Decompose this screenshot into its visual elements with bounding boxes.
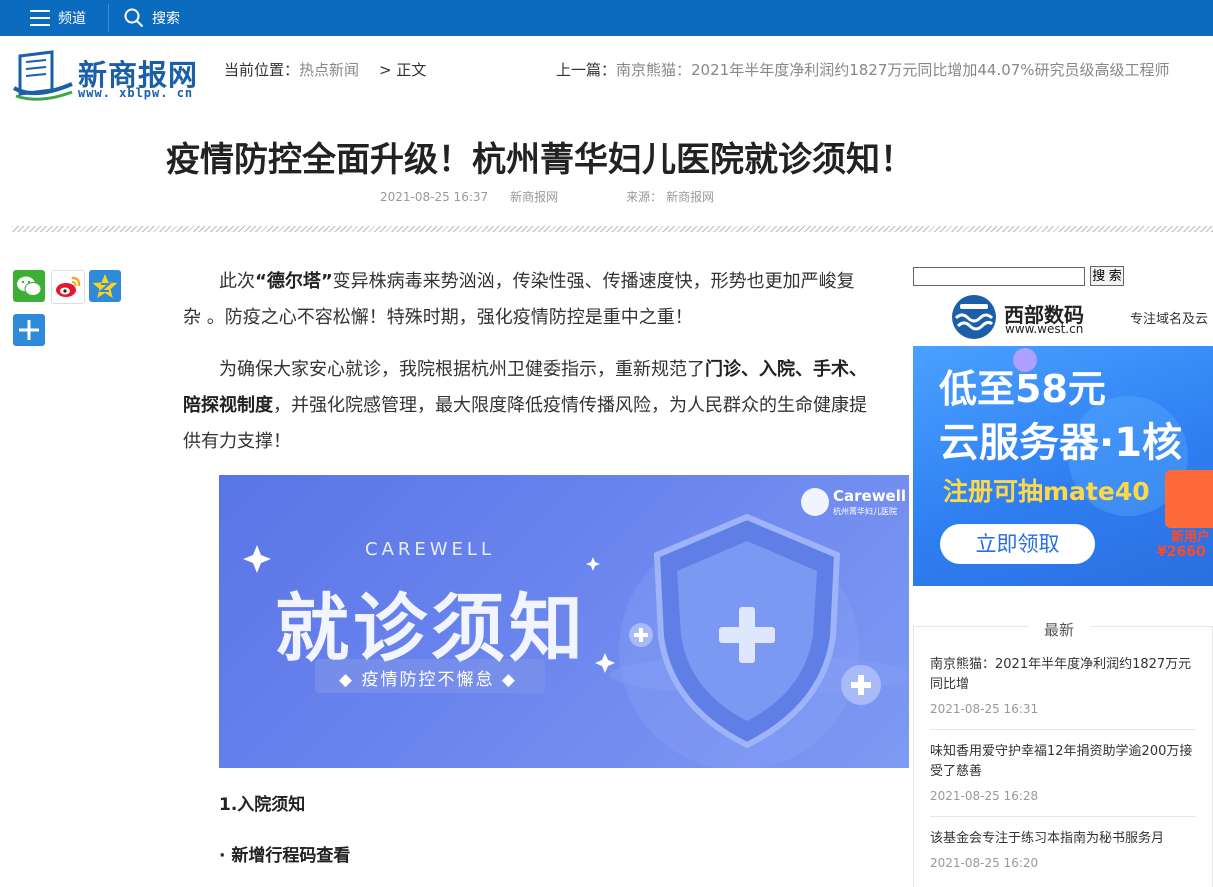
- latest-news-item[interactable]: 味知香用爱守护幸福12年捐资助学逾200万接受了慈善 2021-08-25 16…: [930, 742, 1198, 804]
- ad-claim-button[interactable]: 立即领取: [940, 524, 1095, 564]
- more-share-button[interactable]: [13, 314, 45, 346]
- p1-bold: “德尔塔”: [255, 271, 333, 292]
- sidebar-search-input[interactable]: [913, 267, 1085, 286]
- article-title: 疫情防控全面升级！杭州菁华妇儿医院就诊须知！: [166, 140, 914, 180]
- title-divider: [12, 226, 1213, 232]
- west-brand-url: www.west.cn: [1005, 322, 1084, 336]
- weibo-share-button[interactable]: [51, 270, 85, 304]
- banner-brand-sub: 杭州菁华妇儿医院: [833, 507, 897, 516]
- p1-text-a: 此次: [219, 271, 255, 292]
- news-divider: [930, 816, 1196, 817]
- banner-eyebrow: CAREWELL: [365, 539, 495, 560]
- sidebar-search-button[interactable]: 搜 索: [1090, 266, 1124, 286]
- latest-news-heading: 最新: [1028, 619, 1091, 640]
- news-divider: [930, 729, 1196, 730]
- news-title[interactable]: 该基金会专注于练习本指南为秘书服务月: [930, 831, 1164, 846]
- article-banner-image: Carewell 杭州菁华妇儿医院 CAREWELL 就诊须知 ◆ 疫情防控不懈…: [219, 475, 909, 768]
- ad-headline-2: 云服务器·1核: [939, 420, 1183, 466]
- breadcrumb-current: > 正文: [379, 61, 427, 79]
- news-title[interactable]: 味知香用爱守护幸福12年捐资助学逾200万接受了慈善: [930, 744, 1192, 779]
- breadcrumb-section-link[interactable]: 热点新闻: [299, 61, 359, 79]
- p2-text-c: ，并强化院感管理，最大限度降低疫情传播风险，为人民群众的生命健康提供有力支撑！: [183, 395, 867, 452]
- top-bar: 频道 搜索: [0, 0, 1213, 36]
- p2-text-a: 为确保大家安心就诊，我院根据杭州卫健委指示，重新规范了: [219, 359, 705, 380]
- cloud-server-ad[interactable]: 低至58元 云服务器·1核 注册可抽mate40 立即领取 新用户 ¥2660: [913, 346, 1213, 586]
- banner-brand: Carewell: [833, 487, 907, 505]
- source-label: 来源：: [626, 190, 663, 204]
- newspaper-logo-icon: [12, 50, 73, 101]
- news-time: 2021-08-25 16:20: [930, 856, 1039, 870]
- ad-badge: 新用户: [1171, 530, 1211, 545]
- qzone-icon: [92, 274, 118, 298]
- latest-news-panel: 最新 南京熊猫：2021年半年度净利润约1827万元同比增 2021-08-25…: [913, 619, 1213, 887]
- channel-menu-button[interactable]: 频道: [30, 0, 86, 36]
- news-time: 2021-08-25 16:31: [930, 702, 1039, 716]
- menu-icon: [30, 10, 50, 26]
- qzone-share-button[interactable]: [89, 270, 121, 302]
- article-publisher: 新商报网: [510, 190, 559, 204]
- article-paragraph-1: 此次“德尔塔”变异株病毒来势汹汹，传染性强、传播速度快，形势也更加严峻复杂 。防…: [183, 264, 869, 336]
- ad-headline-3: 注册可抽mate40: [943, 477, 1150, 506]
- breadcrumb: 当前位置：热点新闻 > 正文: [224, 59, 426, 80]
- west-slogan: 专注域名及云: [1130, 312, 1209, 327]
- site-logo[interactable]: 新商报网 www. xblpw. cn: [12, 50, 208, 102]
- topbar-divider: [108, 4, 109, 32]
- news-title[interactable]: 南京熊猫：2021年半年度净利润约1827万元同比增: [930, 657, 1191, 692]
- gift-box-icon: [1165, 470, 1213, 528]
- news-time: 2021-08-25 16:28: [930, 789, 1039, 803]
- search-button[interactable]: 搜索: [124, 0, 180, 36]
- previous-article-link[interactable]: 南京熊猫：2021年半年度净利润约1827万元同比增加44.07%研究员级高级工…: [616, 61, 1170, 79]
- west-logo-icon: [952, 295, 996, 339]
- latest-news-item[interactable]: 该基金会专注于练习本指南为秘书服务月 2021-08-25 16:20: [930, 829, 1198, 871]
- section-subheading: · 新增行程码查看: [219, 846, 351, 866]
- breadcrumb-label: 当前位置：: [224, 61, 300, 79]
- article-meta: 2021-08-25 16:37 新商报网 来源： 新商报网: [380, 188, 736, 205]
- search-icon: [124, 8, 144, 28]
- banner-headline: 就诊须知: [275, 586, 587, 672]
- article-source: 新商报网: [666, 190, 715, 204]
- weibo-icon: [56, 276, 81, 297]
- latest-news-item[interactable]: 南京熊猫：2021年半年度净利润约1827万元同比增 2021-08-25 16…: [930, 655, 1198, 717]
- article-paragraph-2: 为确保大家安心就诊，我院根据杭州卫健委指示，重新规范了门诊、入院、手术、陪探视制…: [183, 352, 869, 460]
- plus-icon: [19, 320, 39, 340]
- banner-tagline: ◆ 疫情防控不懈怠 ◆: [339, 670, 517, 690]
- previous-label: 上一篇：: [556, 61, 617, 79]
- previous-article: 上一篇：南京熊猫：2021年半年度净利润约1827万元同比增加44.07%研究员…: [556, 59, 1196, 80]
- section-heading-admission: 1.入院须知: [219, 795, 306, 815]
- search-label: 搜索: [152, 11, 180, 27]
- ad-headline-1: 低至58元: [939, 367, 1106, 411]
- channel-label: 频道: [58, 11, 86, 27]
- wechat-icon: [17, 276, 42, 296]
- logo-url: www. xblpw. cn: [78, 86, 194, 100]
- ad-price: ¥2660: [1157, 544, 1206, 560]
- wechat-share-button[interactable]: [13, 270, 45, 302]
- article-datetime: 2021-08-25 16:37: [380, 190, 489, 204]
